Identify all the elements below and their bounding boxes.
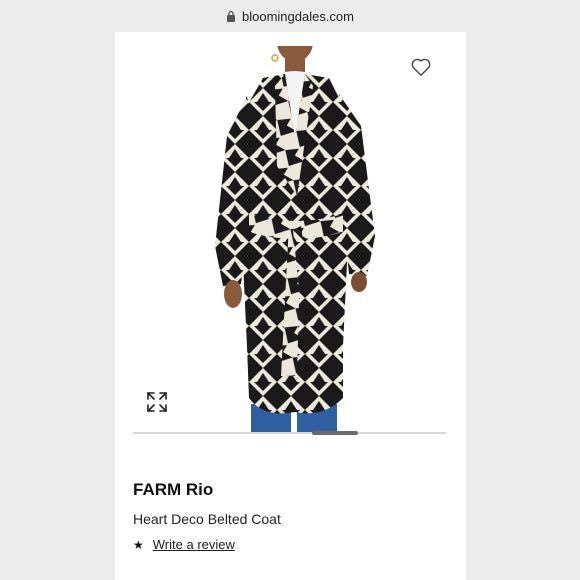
product-image[interactable] xyxy=(193,46,397,432)
product-page: FARM Rio Heart Deco Belted Coat ★ Write … xyxy=(115,32,466,580)
product-brand[interactable]: FARM Rio xyxy=(133,480,213,500)
review-row: ★ Write a review xyxy=(133,537,235,552)
carousel-scroll-thumb[interactable] xyxy=(312,431,358,435)
browser-address-bar[interactable]: bloomingdales.com xyxy=(0,0,580,32)
carousel-track xyxy=(133,432,446,434)
url-display[interactable]: bloomingdales.com xyxy=(226,9,354,24)
url-text: bloomingdales.com xyxy=(241,8,354,24)
star-icon: ★ xyxy=(133,537,144,552)
heart-icon[interactable] xyxy=(410,56,432,78)
lock-icon xyxy=(226,10,235,22)
product-title: Heart Deco Belted Coat xyxy=(133,511,281,527)
expand-icon[interactable] xyxy=(145,390,169,414)
write-review-link[interactable]: Write a review xyxy=(153,537,235,552)
